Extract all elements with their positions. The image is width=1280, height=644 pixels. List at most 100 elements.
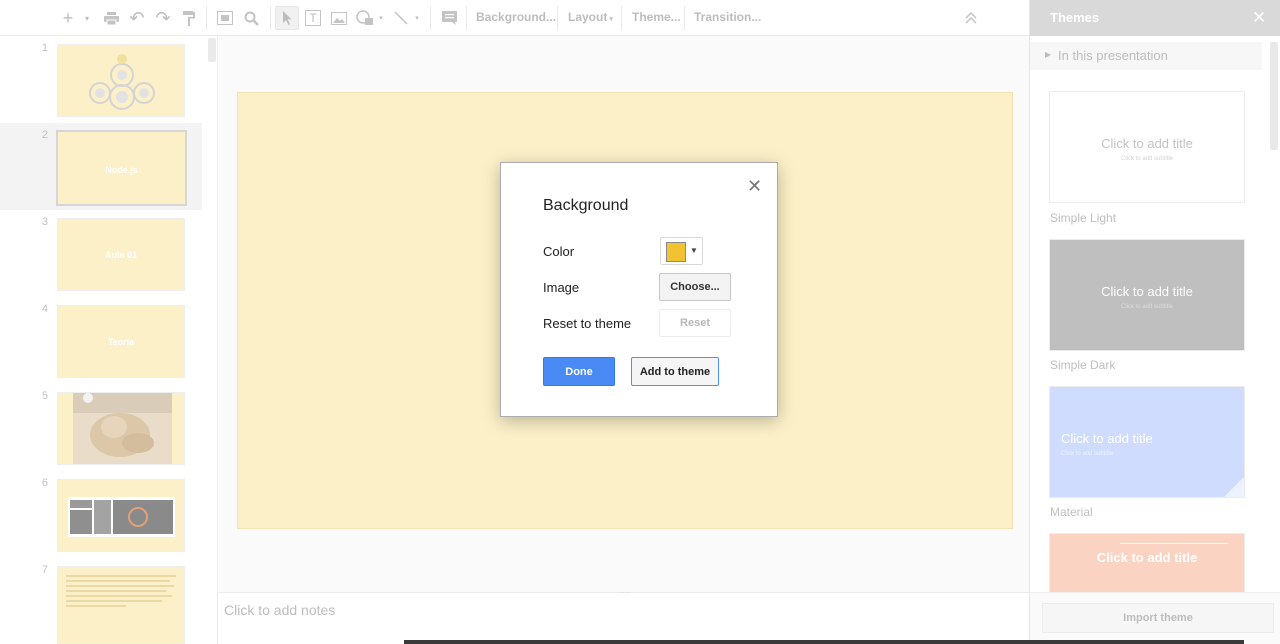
comment-icon[interactable] [438,6,460,30]
slide-thumb [57,479,185,552]
theme-card-simple-dark[interactable]: Click to add title Click to add subtitle [1049,239,1245,351]
close-icon[interactable]: ✕ [1252,8,1266,28]
done-button[interactable]: Done [543,357,615,386]
slide-number: 5 [41,390,48,402]
theme-name: Simple Light [1050,211,1117,225]
color-picker-button[interactable]: ▼ [660,237,703,265]
slide-thumb: Teoria [57,305,185,378]
chevron-down-icon: ▼ [690,246,698,255]
slide-number: 2 [41,129,48,141]
collapse-icon[interactable] [960,6,982,30]
theme-card-subtitle: Click to add subtitle [1061,451,1114,457]
transition-button[interactable]: Transition... [694,10,761,24]
chevron-down-icon: ▾ [609,16,613,23]
layout-button-label: Layout [568,10,608,24]
chevron-right-icon: ▶ [1045,50,1052,59]
theme-button[interactable]: Theme... [632,10,681,24]
themes-header: Themes ✕ [1030,0,1280,36]
slide-thumbnail-1[interactable]: 1 [0,36,202,123]
import-theme-button[interactable]: Import theme [1042,603,1274,633]
themes-scrollbar[interactable] [1270,42,1278,150]
color-swatch [666,242,686,262]
in-presentation-label: In this presentation [1058,48,1168,63]
undo-icon[interactable]: ↶ [126,6,148,30]
slide-number: 7 [41,564,48,576]
slide-thumbnail-7[interactable]: 7 [0,558,202,644]
theme-card-material[interactable]: Click to add title Click to add subtitle [1049,386,1245,498]
toolbar-separator [466,6,467,30]
notes-placeholder: Click to add notes [224,602,336,618]
theme-button-label: Theme... [632,10,681,24]
notes-resize-handle[interactable]: ··· [619,588,630,597]
zoom-icon[interactable] [240,6,262,30]
theme-name: Material [1050,505,1093,519]
undo-glyph: ↶ [129,7,145,28]
line-menu-icon[interactable]: ▾ [412,6,422,30]
toolbar: + ▾ ↶ ↷ T ▾ ▾ Background... Layout ▾ Them… [0,0,1029,36]
slide-thumbnail-6[interactable]: 6 [0,471,202,558]
theme-card-coral[interactable]: Click to add title [1049,533,1245,595]
import-bar: Import theme [1030,592,1280,644]
slide-thumb [57,566,185,644]
slide-thumb-title: Teoria [107,337,135,347]
reset-to-theme-label: Reset to theme [543,316,632,331]
slide-thumb [57,44,185,117]
theme-card-simple-light[interactable]: Click to add title Click to add subtitle [1049,91,1245,203]
theme-card-subtitle: Click to add subtitle [1120,156,1174,162]
themes-title: Themes [1050,10,1100,25]
text-box-icon[interactable]: T [302,6,324,30]
background-button-label: Background... [476,10,557,24]
background-button[interactable]: Background... [476,10,556,24]
theme-card-title: Click to add title [1061,431,1153,446]
dashboard-screenshot-illustration [68,497,175,537]
print-icon[interactable] [100,6,122,30]
node-logos-illustration [89,54,155,110]
dialog-title: Background [543,197,629,214]
add-to-theme-button[interactable]: Add to theme [631,357,719,386]
text-lines-illustration [66,575,176,607]
slide-number: 6 [41,477,48,489]
toolbar-separator [206,6,207,30]
slide-thumb [57,392,185,465]
new-slide-glyph: + [62,7,74,28]
page-fold-icon [1224,477,1244,497]
filmstrip-scrollbar[interactable] [208,38,216,62]
slide-number: 4 [41,303,48,315]
theme-card-title: Click to add title [1101,284,1193,299]
slide-thumbnail-2[interactable]: 2 Node.js [0,123,202,210]
slide-thumbnail-5[interactable]: 5 [0,384,202,471]
speaker-notes[interactable]: ··· Click to add notes [219,588,1029,644]
paint-format-icon[interactable] [178,6,200,30]
select-icon[interactable] [275,6,299,30]
new-slide-menu-glyph: ▾ [84,13,89,23]
slide-thumb: Aula 01 [57,218,185,291]
redo-icon[interactable]: ↷ [152,6,174,30]
line-icon[interactable] [390,6,412,30]
slide-thumbnail-4[interactable]: 4 Teoria [0,297,202,384]
shape-icon[interactable] [354,6,376,30]
transition-button-label: Transition... [694,10,762,24]
toolbar-separator [270,6,271,30]
slide-thumb-title: Node.js [105,165,138,175]
window-bottom-edge [404,640,1244,644]
fit-icon[interactable] [214,6,236,30]
close-icon[interactable]: ✕ [747,177,762,195]
text-box-glyph: T [305,10,321,26]
choose-image-button[interactable]: Choose... [659,273,731,301]
image-icon[interactable] [328,6,350,30]
slide-thumbnail-3[interactable]: 3 Aula 01 [0,210,202,297]
slide-thumb: Node.js [56,130,187,206]
in-presentation-section[interactable]: ▶ In this presentation [1030,42,1262,70]
layout-button[interactable]: Layout ▾ [568,10,613,24]
reset-button[interactable]: Reset [659,309,731,337]
new-slide-menu-icon[interactable]: ▾ [80,6,94,30]
themes-panel: Themes ✕ ▶ In this presentation Click to… [1029,0,1280,644]
toolbar-separator [430,6,431,30]
image-label: Image [543,280,580,295]
toolbar-separator [557,6,558,30]
theme-card-title: Click to add title [1101,136,1193,151]
color-label: Color [543,244,575,259]
new-slide-icon[interactable]: + [58,6,78,30]
theme-card-subtitle: Click to add subtitle [1120,304,1174,310]
shape-menu-icon[interactable]: ▾ [376,6,386,30]
